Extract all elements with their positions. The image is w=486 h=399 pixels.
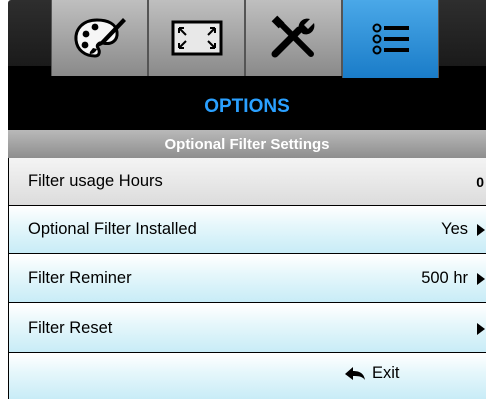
screen-resize-icon xyxy=(171,20,222,56)
palette-icon xyxy=(73,18,126,58)
row-label: Optional Filter Installed xyxy=(28,220,197,238)
chevron-right-icon[interactable] xyxy=(477,223,485,236)
tab-setup[interactable] xyxy=(245,0,342,76)
chevron-right-icon[interactable] xyxy=(477,322,485,335)
row-value: 500 hr xyxy=(421,269,468,287)
tab-display[interactable] xyxy=(51,0,148,76)
row-filter-usage-hours[interactable]: Filter usage Hours 0 xyxy=(8,158,486,206)
tools-icon xyxy=(271,15,314,58)
tab-strip xyxy=(8,0,486,84)
tab-options[interactable] xyxy=(342,0,439,78)
row-filter-reminder[interactable]: Filter Reminer 500 hr xyxy=(8,255,486,303)
exit-label: Exit xyxy=(372,364,400,382)
menu-left-border xyxy=(8,158,9,399)
exit-row: Exit xyxy=(8,354,486,399)
row-value: 0 xyxy=(476,173,484,190)
page-title: OPTIONS xyxy=(8,84,486,130)
row-optional-filter-installed[interactable]: Optional Filter Installed Yes xyxy=(8,206,486,254)
row-filter-reset[interactable]: Filter Reset xyxy=(8,305,486,353)
section-subtitle: Optional Filter Settings xyxy=(8,130,486,158)
chevron-right-icon[interactable] xyxy=(477,272,485,285)
tab-image[interactable] xyxy=(148,0,245,76)
return-arrow-icon xyxy=(345,366,365,380)
row-label: Filter usage Hours xyxy=(28,172,163,190)
exit-button[interactable]: Exit xyxy=(344,364,400,383)
list-menu-icon xyxy=(372,23,409,55)
row-label: Filter Reset xyxy=(28,319,113,337)
row-label: Filter Reminer xyxy=(28,269,132,287)
row-value: Yes xyxy=(441,220,468,238)
